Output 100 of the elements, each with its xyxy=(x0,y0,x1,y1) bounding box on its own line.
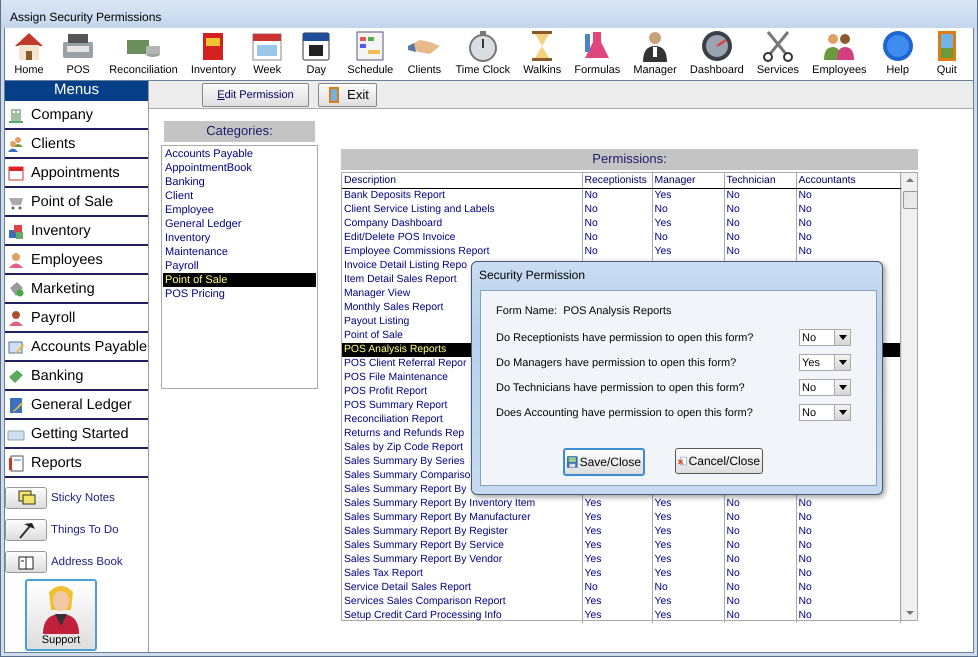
table-cell: Sales Summary Report By Register xyxy=(342,525,582,539)
table-cell: Bank Deposits Report xyxy=(342,188,582,203)
column-header: Receptionists xyxy=(582,173,652,188)
table-row[interactable]: Company Dashboard No Yes No No xyxy=(342,217,900,231)
toolbar-button[interactable]: Manager xyxy=(633,28,677,80)
note-icon xyxy=(16,489,36,507)
table-row[interactable]: Service Detail Sales Report No No No No xyxy=(342,581,900,595)
table-row[interactable]: Services Sales Comparison Report Yes Yes No No xyxy=(342,595,900,609)
person-icon xyxy=(7,250,25,268)
dropdown[interactable]: Yes xyxy=(799,354,851,371)
category-item[interactable]: Maintenance xyxy=(163,245,316,259)
menu-item[interactable]: Company xyxy=(5,101,148,130)
menu-item[interactable]: Marketing xyxy=(5,275,148,304)
table-cell: No xyxy=(724,497,796,511)
menu-item[interactable]: Payroll xyxy=(5,304,148,333)
toolbar-button[interactable]: Walkins xyxy=(523,28,562,80)
menu-item[interactable]: Clients xyxy=(5,130,148,159)
table-cell: Yes xyxy=(582,511,652,525)
table-cell: No xyxy=(724,525,796,539)
toolbar-button[interactable]: Formulas xyxy=(574,28,620,80)
dropdown[interactable]: No xyxy=(799,404,851,421)
menu-item[interactable]: Employees xyxy=(5,246,148,275)
table-cell: No xyxy=(724,245,796,259)
scrollbar[interactable] xyxy=(900,173,917,620)
category-item[interactable]: Point of Sale xyxy=(163,273,316,287)
category-item[interactable]: Inventory xyxy=(163,231,316,245)
support-button[interactable]: Support xyxy=(25,579,97,651)
table-row[interactable]: Edit/Delete POS Invoice No No No No xyxy=(342,231,900,245)
table-cell: No xyxy=(724,231,796,245)
edit-button[interactable]: Edit Permission xyxy=(202,82,309,106)
category-item[interactable]: Employee xyxy=(163,203,316,217)
table-cell: No xyxy=(724,581,796,595)
toolbar-button[interactable]: Services xyxy=(756,28,800,80)
menu-item[interactable]: Reports xyxy=(5,449,148,478)
toolbar-button[interactable]: Dashboard xyxy=(690,28,744,80)
toolbar-button[interactable]: Employees xyxy=(812,28,867,80)
toolbar-button[interactable]: Help xyxy=(880,28,916,80)
toolbar-button[interactable]: Day xyxy=(298,28,334,80)
table-row[interactable]: Sales Summary Report By Vendor Yes Yes No No xyxy=(342,553,900,567)
table-cell: Yes xyxy=(652,245,724,259)
table-cell: Yes xyxy=(582,553,652,567)
shortcut-link[interactable]: Things To Do xyxy=(51,524,119,536)
dropdown[interactable]: No xyxy=(799,329,851,346)
table-cell: Client Service Listing and Labels xyxy=(342,203,582,217)
table-cell: No xyxy=(796,217,900,231)
menu-item[interactable]: General Ledger xyxy=(5,391,148,420)
toolbar-button[interactable]: Home xyxy=(11,28,47,80)
shortcut-link[interactable]: Sticky Notes xyxy=(51,492,115,504)
table-row[interactable]: Setup Credit Card Processing Info Yes Yes No No xyxy=(342,609,900,623)
category-item[interactable]: Banking xyxy=(163,175,316,189)
table-row[interactable]: Sales Summary Report By Register Yes Yes No No xyxy=(342,525,900,539)
table-cell: Yes xyxy=(582,609,652,623)
table-row[interactable]: Employee Commissions Report No Yes No No xyxy=(342,245,900,259)
toolbar-button[interactable]: POS xyxy=(60,28,96,80)
shortcut-button[interactable] xyxy=(5,551,47,573)
menu-item[interactable]: Banking xyxy=(5,362,148,391)
toolbar-button[interactable]: Schedule xyxy=(347,28,394,80)
toolbar-button[interactable]: Reconciliation xyxy=(109,28,178,80)
table-cell: Company Dashboard xyxy=(342,217,582,231)
table-cell: Yes xyxy=(652,217,724,231)
category-item[interactable]: Accounts Payable xyxy=(163,147,316,161)
cancel-button[interactable]: Cancel/Close xyxy=(675,448,763,474)
menu-item[interactable]: Accounts Payable xyxy=(5,333,148,362)
table-row[interactable]: Sales Summary Report By Service Yes Yes No No xyxy=(342,539,900,553)
table-cell: Yes xyxy=(652,497,724,511)
table-cell: No xyxy=(796,203,900,217)
dropdown[interactable]: No xyxy=(799,379,851,396)
category-item[interactable]: General Ledger xyxy=(163,217,316,231)
table-row[interactable]: Client Service Listing and Labels No No No No xyxy=(342,203,900,217)
shortcut-link[interactable]: Address Book xyxy=(51,556,123,568)
table-row[interactable]: Sales Summary Report By Inventory Item Yes Yes No No xyxy=(342,497,900,511)
toolbar-button[interactable]: Quit xyxy=(928,28,965,80)
category-item[interactable]: AppointmentBook xyxy=(163,161,316,175)
toolbar-button[interactable]: Inventory xyxy=(190,28,236,80)
exit-button[interactable]: Exit xyxy=(318,82,377,106)
table-row[interactable]: Sales Summary Report By Manufacturer Yes Yes No No xyxy=(342,511,900,525)
toolbar-button[interactable]: Week xyxy=(249,28,286,80)
save-button[interactable]: Save/Close xyxy=(563,448,645,476)
menu-item[interactable]: Inventory xyxy=(5,217,148,246)
table-cell: No xyxy=(724,188,796,203)
toolbar-button[interactable]: Time Clock xyxy=(455,28,510,80)
table-cell: No xyxy=(796,581,900,595)
shortcut-button[interactable] xyxy=(5,487,47,509)
table-cell: No xyxy=(724,539,796,553)
menu-item[interactable]: Appointments xyxy=(5,159,148,188)
table-row[interactable]: Sales Tax Report Yes Yes No No xyxy=(342,567,900,581)
category-item[interactable]: Client xyxy=(163,189,316,203)
category-item[interactable]: Payroll xyxy=(163,259,316,273)
toolbar-button[interactable]: Clients xyxy=(406,28,442,80)
category-item[interactable]: POS Pricing xyxy=(163,287,316,301)
menu-item[interactable]: Point of Sale xyxy=(5,188,148,217)
table-row[interactable]: Bank Deposits Report No Yes No No xyxy=(342,188,900,203)
table-cell: No xyxy=(582,203,652,217)
table-cell: No xyxy=(796,188,900,203)
table-cell: Yes xyxy=(582,525,652,539)
shortcut-button[interactable] xyxy=(5,519,47,541)
notebook-icon xyxy=(7,396,25,414)
table-cell: Yes xyxy=(652,511,724,525)
table-cell: Sales Summary Report By Service xyxy=(342,539,582,553)
menu-item[interactable]: Getting Started xyxy=(5,420,148,449)
